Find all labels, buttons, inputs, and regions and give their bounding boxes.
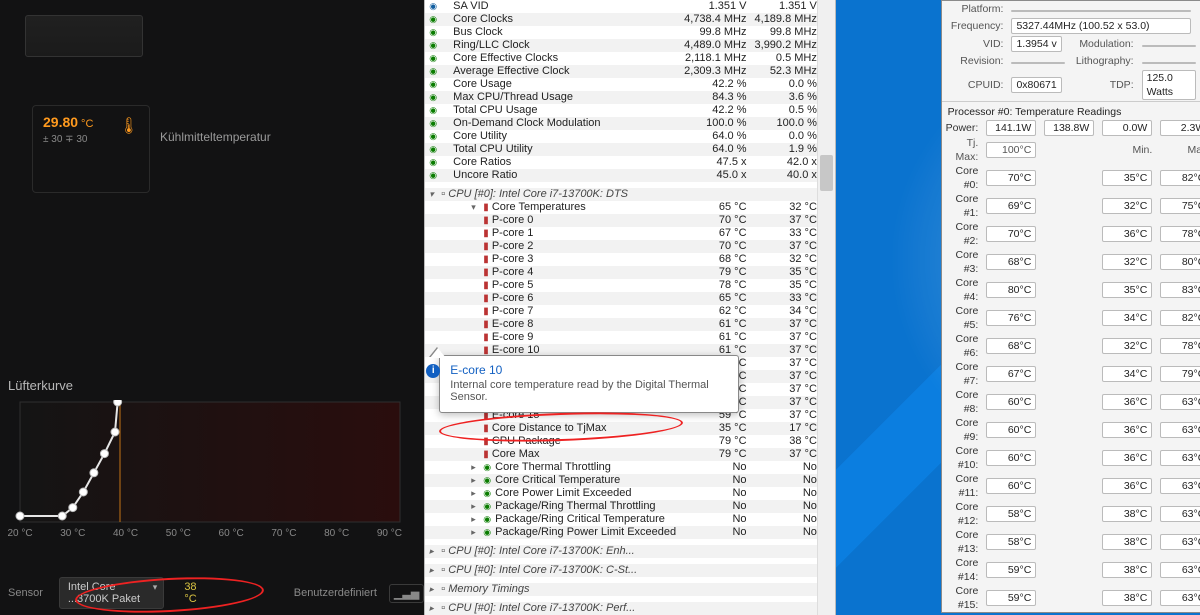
fan-curve-chart[interactable]: 20 °C 30 °C 40 °C 50 °C 60 °C 70 °C 80 °C 90 °C xyxy=(8,400,413,540)
table-row[interactable]: ▮P-core 070 °C37 °C81 °C53 °C xyxy=(425,214,835,227)
svg-text:60 °C: 60 °C xyxy=(219,528,244,539)
table-row[interactable]: ▸◉Core Power Limit ExceededNoNoNo xyxy=(425,487,835,500)
fan-curve-footer: Sensor Intel Core ...3700K Paket ▾ 38 °C… xyxy=(8,579,424,607)
table-row[interactable]: ▮Core Distance to TjMax35 °C17 °C68 °C50… xyxy=(425,422,835,435)
table-row[interactable]: ▮E-core 961 °C37 °C61 °C47 °C xyxy=(425,331,835,344)
coolant-temp-card[interactable]: 🌡 29.80°C ± 30 ∓ 30 xyxy=(32,105,150,193)
tooltip-tail xyxy=(430,348,446,358)
fan-curve-heading: Lüfterkurve xyxy=(8,378,73,393)
cpuid-label: CPUID: xyxy=(942,69,1008,101)
table-row[interactable]: ▸◉Package/Ring Power Limit ExceededNoNoN… xyxy=(425,526,835,539)
sensor-select-value: Intel Core ...3700K Paket xyxy=(68,581,145,605)
thermometer-icon: 🌡 xyxy=(119,116,139,136)
table-row[interactable]: ▮E-core 861 °C37 °C61 °C47 °C xyxy=(425,318,835,331)
tooltip-title: E-core 10 xyxy=(450,363,728,377)
table-row[interactable]: ▮P-core 762 °C34 °C74 °C47 °C xyxy=(425,305,835,318)
custom-label: Benutzerdefiniert xyxy=(294,587,377,599)
table-row[interactable]: ▮P-core 479 °C35 °C80 °C59 °C xyxy=(425,266,835,279)
table-row[interactable]: ▮P-core 368 °C32 °C80 °C36 °C xyxy=(425,253,835,266)
table-row[interactable]: ◉Ring/LLC Clock4,489.0 MHz3,990.2 MHz4,5… xyxy=(425,39,835,52)
sensor-select[interactable]: Intel Core ...3700K Paket ▾ xyxy=(59,577,164,609)
table-row[interactable]: ◉SA VID1.351 V1.351 V1.351 V1.351 V xyxy=(425,0,835,13)
svg-text:70 °C: 70 °C xyxy=(271,528,296,539)
tdp-label: TDP: xyxy=(1069,69,1137,101)
table-row[interactable]: ▸◉Package/Ring Critical TemperatureNoNoN… xyxy=(425,513,835,526)
table-row[interactable]: ◉Core Clocks4,738.4 MHz4,189.8 MHz5,386.… xyxy=(425,13,835,26)
table-row[interactable]: ▮P-core 578 °C35 °C83 °C57 °C xyxy=(425,279,835,292)
table-row[interactable]: ◉Bus Clock99.8 MHz99.8 MHz99.8 MHz99.8 M… xyxy=(425,26,835,39)
svg-text:20 °C: 20 °C xyxy=(8,528,33,539)
table-row[interactable]: ◉Total CPU Utility64.0 %1.9 %81.1 %32.1 … xyxy=(425,143,835,156)
cpuid-value: 0x80671 xyxy=(1011,77,1061,93)
hw-monitor-panel: ◉SA VID1.351 V1.351 V1.351 V1.351 V◉Core… xyxy=(424,0,835,615)
svg-text:40 °C: 40 °C xyxy=(113,528,138,539)
core-temperature-table: Power:141.1W138.8W0.0W2.3WN/ATj. Max:100… xyxy=(942,120,1200,612)
sensor-label: Sensor xyxy=(8,587,43,599)
table-row[interactable]: ◉On-Demand Clock Modulation100.0 %100.0 … xyxy=(425,117,835,130)
svg-text:50 °C: 50 °C xyxy=(166,528,191,539)
table-row[interactable]: ▾▮Core Temperatures65 °C32 °C83 °C50 °C xyxy=(425,201,835,214)
desktop-background: Platform: Frequency:5327.44MHz (100.52 x… xyxy=(836,0,1200,615)
table-row[interactable]: ◉Core Ratios47.5 x42.0 x54.0 x47.5 x xyxy=(425,156,835,169)
keyboard-illustration xyxy=(25,15,143,57)
chevron-down-icon: ▾ xyxy=(153,582,158,593)
svg-text:30 °C: 30 °C xyxy=(60,528,85,539)
coolant-label: Kühlmitteltemperatur xyxy=(160,130,271,144)
frequency-label: Frequency: xyxy=(942,17,1008,35)
table-row[interactable]: ▮P-core 665 °C33 °C73 °C49 °C xyxy=(425,292,835,305)
table-row[interactable]: ▮P-core 270 °C37 °C79 °C53 °C xyxy=(425,240,835,253)
table-row[interactable]: ◉Core Effective Clocks2,118.1 MHz0.5 MHz… xyxy=(425,52,835,65)
scrollbar[interactable] xyxy=(817,0,835,615)
table-row[interactable]: ▸◉Core Thermal ThrottlingNoNoNo xyxy=(425,461,835,474)
temp-readings-header: Processor #0: Temperature Readings xyxy=(942,101,1200,120)
table-row[interactable]: ◉Total CPU Usage42.2 %0.5 %54.7 %20.3 % xyxy=(425,104,835,117)
tdp-value: 125.0 Watts xyxy=(1142,70,1196,100)
revision-label: Revision: xyxy=(942,53,1008,69)
table-row[interactable]: ◉Average Effective Clock2,309.3 MHz52.3 … xyxy=(425,65,835,78)
tooltip-body: Internal core temperature read by the Di… xyxy=(450,379,728,403)
table-row[interactable]: ▮CPU Package79 °C38 °C82 °C63 °C xyxy=(425,435,835,448)
table-row[interactable]: ◉Core Utility64.0 %0.0 %150.6 %32.1 % xyxy=(425,130,835,143)
coolant-temp-value: 29.80 xyxy=(43,114,78,130)
vid-value: 1.3954 v xyxy=(1011,36,1061,52)
sensor-current-temp: 38 °C xyxy=(184,581,201,605)
table-row[interactable]: ▸◉Package/Ring Thermal ThrottlingNoNoNo xyxy=(425,500,835,513)
modulation-label: Modulation: xyxy=(1069,35,1137,53)
frequency-value: 5327.44MHz (100.52 x 53.0) xyxy=(1011,18,1191,34)
table-row[interactable]: ▮P-core 167 °C33 °C71 °C49 °C xyxy=(425,227,835,240)
table-row[interactable]: ◉Max CPU/Thread Usage84.3 %3.6 %97.8 %65… xyxy=(425,91,835,104)
svg-text:80 °C: 80 °C xyxy=(324,528,349,539)
table-row[interactable]: ◉Uncore Ratio45.0 x40.0 x46.0 x45.3 x xyxy=(425,169,835,182)
platform-label: Platform: xyxy=(942,1,1008,17)
table-row[interactable]: ▸◉Core Critical TemperatureNoNoNo xyxy=(425,474,835,487)
table-row[interactable]: ◉Core Usage42.2 %0.0 %97.8 %20.3 % xyxy=(425,78,835,91)
vid-label: VID: xyxy=(942,35,1008,53)
svg-text:90 °C: 90 °C xyxy=(377,528,402,539)
hw-monitor-table[interactable]: ◉SA VID1.351 V1.351 V1.351 V1.351 V◉Core… xyxy=(425,0,835,615)
table-row[interactable]: ▮Core Max79 °C37 °C83 °C62 °C xyxy=(425,448,835,461)
cpu-info-window[interactable]: Platform: Frequency:5327.44MHz (100.52 x… xyxy=(941,0,1200,613)
tooltip: i E-core 10 Internal core temperature re… xyxy=(439,355,739,413)
scrollbar-thumb[interactable] xyxy=(820,155,833,191)
fan-control-panel: 🌡 29.80°C ± 30 ∓ 30 Kühlmitteltemperatur… xyxy=(0,0,424,615)
lithography-label: Lithography: xyxy=(1069,53,1137,69)
chart-icon[interactable]: ▁▃▅ xyxy=(389,584,424,603)
